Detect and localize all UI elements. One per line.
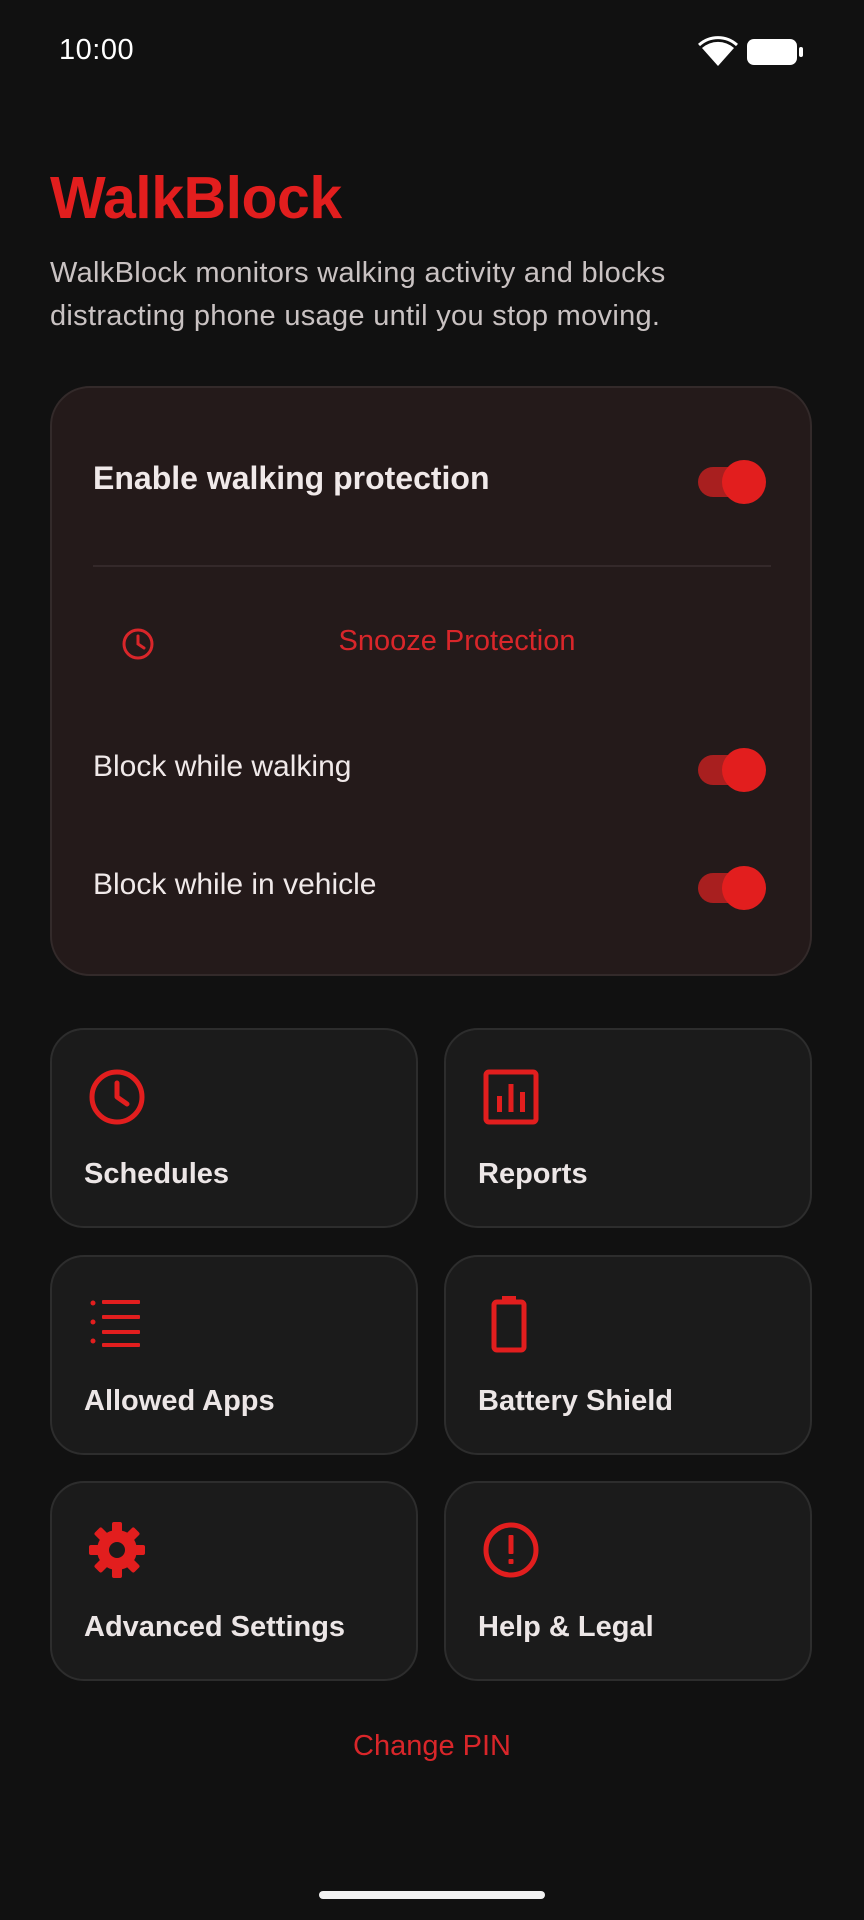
battery-shield-tile[interactable]: Battery Shield bbox=[444, 1255, 812, 1455]
toggle-thumb bbox=[722, 748, 766, 792]
advanced-settings-label: Advanced Settings bbox=[84, 1611, 346, 1643]
clock-icon bbox=[89, 1069, 145, 1125]
allowed-apps-tile[interactable]: Allowed Apps bbox=[50, 1255, 418, 1455]
battery-icon bbox=[491, 1296, 527, 1353]
block-vehicle-label: Block while in vehicle bbox=[93, 868, 377, 901]
enable-protection-toggle[interactable] bbox=[698, 460, 766, 504]
block-walking-toggle[interactable] bbox=[698, 748, 766, 792]
block-walking-label: Block while walking bbox=[93, 750, 352, 783]
allowed-apps-label: Allowed Apps bbox=[84, 1385, 275, 1417]
reports-tile[interactable]: Reports bbox=[444, 1028, 812, 1228]
battery-status-icon bbox=[747, 39, 803, 65]
home-indicator[interactable] bbox=[319, 1891, 545, 1899]
toggle-thumb bbox=[722, 866, 766, 910]
snooze-protection-button[interactable]: Snooze Protection bbox=[93, 603, 771, 685]
help-legal-tile[interactable]: Help & Legal bbox=[444, 1481, 812, 1681]
app-description: WalkBlock monitors walking activity and … bbox=[50, 257, 666, 332]
app-title: WalkBlock bbox=[50, 165, 342, 231]
card-divider bbox=[93, 565, 771, 567]
enable-protection-label: Enable walking protection bbox=[93, 460, 490, 496]
schedules-label: Schedules bbox=[84, 1158, 230, 1190]
advanced-settings-tile[interactable]: Advanced Settings bbox=[50, 1481, 418, 1681]
status-bar: 10:00 bbox=[0, 0, 864, 100]
status-time: 10:00 bbox=[59, 34, 135, 66]
snooze-protection-label: Snooze Protection bbox=[338, 625, 576, 657]
list-icon bbox=[90, 1300, 140, 1347]
reports-label: Reports bbox=[478, 1158, 588, 1190]
toggle-thumb bbox=[722, 460, 766, 504]
alert-circle-icon bbox=[483, 1522, 539, 1578]
gear-icon bbox=[89, 1522, 145, 1578]
schedules-tile[interactable]: Schedules bbox=[50, 1028, 418, 1228]
block-vehicle-toggle[interactable] bbox=[698, 866, 766, 910]
bar-chart-icon bbox=[483, 1069, 539, 1125]
change-pin-button[interactable]: Change PIN bbox=[0, 1730, 864, 1763]
protection-card: Enable walking protection Snooze Protect… bbox=[50, 386, 812, 976]
wifi-icon bbox=[698, 36, 738, 66]
help-legal-label: Help & Legal bbox=[478, 1611, 654, 1643]
battery-shield-label: Battery Shield bbox=[478, 1385, 673, 1417]
